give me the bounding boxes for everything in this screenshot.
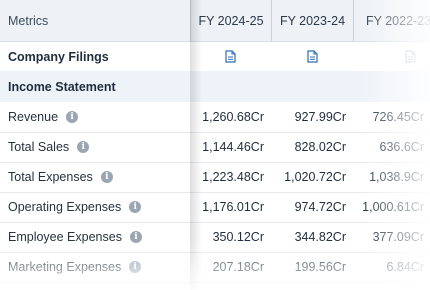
row-label: Marketing Expenses [8,260,122,274]
value-cell: 350.12Cr [212,230,264,244]
value-cell: 199.56Cr [294,260,346,274]
info-icon[interactable]: i [129,231,142,243]
document-icon[interactable] [405,50,416,63]
info-icon[interactable]: i [129,261,142,273]
metrics-header: Metrics [8,13,49,28]
value-cell: 6.84Cr [386,260,424,274]
info-icon[interactable]: i [129,201,142,213]
table-row: Marketing Expenses i 207.18Cr 199.56Cr 6… [0,252,430,283]
year-header-1[interactable]: FY 2024-25 [190,0,271,41]
row-label-cell: Total Expenses i [0,162,190,192]
table-row: Total Sales i 1,144.46Cr 828.02Cr 636.6C… [0,132,430,163]
value-cell: 1,038.9Cr [369,170,424,184]
value-cell: 636.6Cr [379,140,424,154]
filing-link-2[interactable] [271,42,353,71]
value-cell: 207.18Cr [212,260,264,274]
table-row: Operating Expenses i 1,176.01Cr 974.72Cr… [0,192,430,223]
company-filings-label: Company Filings [8,49,109,64]
info-icon[interactable]: i [100,171,113,183]
company-filings-row: Company Filings [0,42,430,71]
value-cell: 1,223.48Cr [202,170,264,184]
value-cell: 344.82Cr [294,230,346,244]
financial-table: Metrics FY 2024-25 FY 2023-24 FY 2022-23… [0,0,430,290]
table-row: Revenue i 1,260.68Cr 927.99Cr 726.45Cr [0,102,430,133]
info-icon[interactable]: i [66,111,79,123]
value-cell: 1,260.68Cr [202,110,264,124]
row-label: Operating Expenses [8,200,122,214]
table-row: Employee Expenses i 350.12Cr 344.82Cr 37… [0,222,430,253]
row-label-cell: Total Sales i [0,132,190,162]
value-cell: 927.99Cr [294,110,346,124]
document-icon[interactable] [225,50,236,63]
row-label: Revenue [8,110,59,124]
value-cell: 377.09Cr [372,230,424,244]
document-icon[interactable] [306,50,318,63]
value-cell: 1,176.01Cr [202,200,264,214]
filing-link-1[interactable] [190,42,271,71]
section-title: Income Statement [8,79,116,94]
filing-link-3[interactable] [353,42,430,71]
table-header: Metrics FY 2024-25 FY 2023-24 FY 2022-23 [0,0,430,42]
row-label-cell: Revenue i [0,102,190,132]
value-cell: 726.45Cr [372,110,424,124]
row-label-cell: Operating Expenses i [0,192,190,222]
row-label: Total Sales [8,140,70,154]
row-label: Employee Expenses [8,230,122,244]
row-label-cell: Marketing Expenses i [0,252,190,282]
value-cell: 1,144.46Cr [202,140,264,154]
row-label-cell: Employee Expenses i [0,222,190,252]
value-cell: 828.02Cr [294,140,346,154]
value-cell: 1,020.72Cr [284,170,346,184]
year-header-3[interactable]: FY 2022-23 [353,0,430,41]
row-label: Total Expenses [8,170,93,184]
year-header-2[interactable]: FY 2023-24 [271,0,353,41]
value-cell: 1,000.61Cr [362,200,424,214]
value-cell: 974.72Cr [294,200,346,214]
table-row: Total Expenses i 1,223.48Cr 1,020.72Cr 1… [0,162,430,193]
income-statement-section: Income Statement [0,71,430,102]
info-icon[interactable]: i [77,141,90,153]
